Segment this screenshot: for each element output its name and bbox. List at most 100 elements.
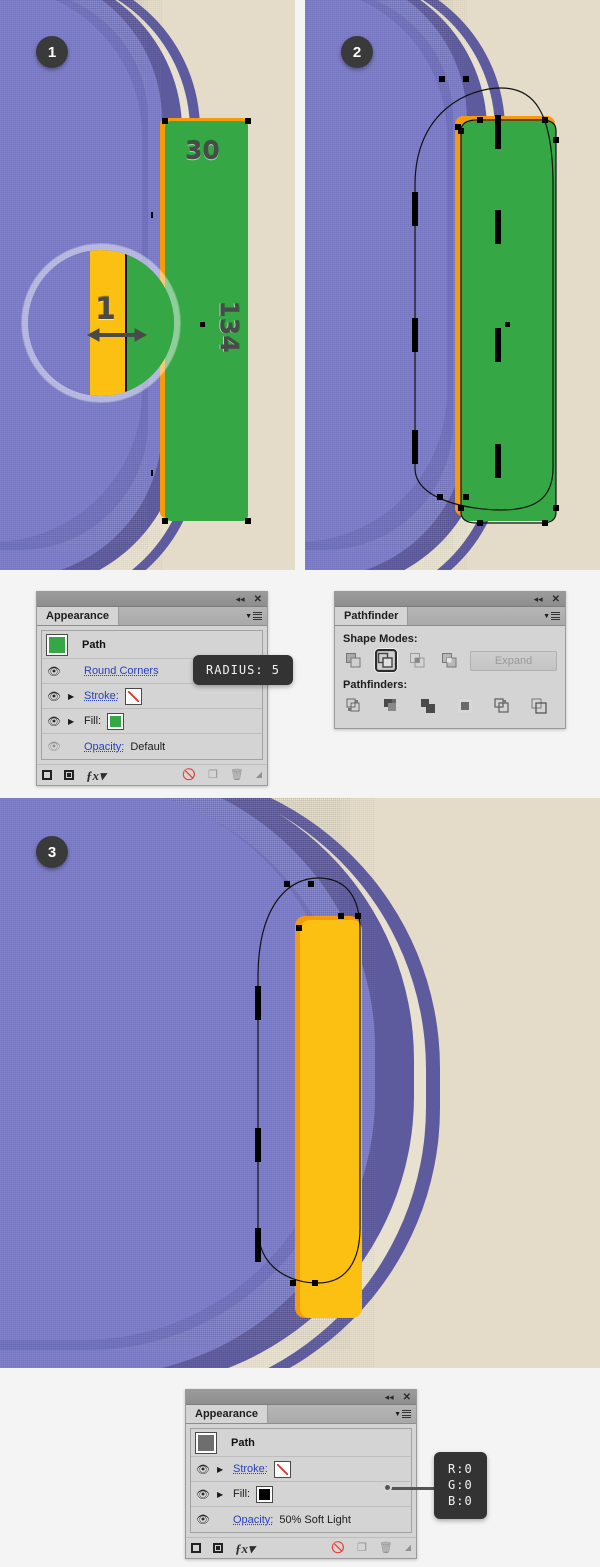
- appearance-list: Path 👁 Round Corners 👁 ▶ Stroke: 👁 ▶ Fil…: [41, 630, 263, 760]
- stroke-swatch-none[interactable]: [124, 687, 142, 705]
- pathfinder-trim-button[interactable]: [380, 695, 403, 718]
- close-icon[interactable]: ✕: [403, 1392, 411, 1403]
- panel-menu-icon[interactable]: ▼: [245, 610, 262, 622]
- add-new-effect-icon[interactable]: ƒx▾: [235, 1542, 255, 1555]
- duplicate-path-outline-3: [257, 877, 361, 1284]
- shape-mode-exclude-button[interactable]: [438, 649, 460, 672]
- stroke-label[interactable]: Stroke:: [84, 690, 119, 702]
- panel-tab-bar[interactable]: Pathfinder ▼: [335, 607, 565, 626]
- collapse-double-arrow-icon[interactable]: ◂◂: [534, 594, 543, 605]
- collapse-double-arrow-icon[interactable]: ◂◂: [236, 594, 245, 605]
- appearance-row-stroke[interactable]: 👁 ▶ Stroke:: [191, 1457, 411, 1482]
- anchor-center-point: [505, 322, 510, 327]
- tab-appearance[interactable]: Appearance: [186, 1405, 268, 1423]
- duplicate-item-icon[interactable]: ❐: [208, 769, 218, 781]
- anchor-point: [162, 118, 168, 124]
- fill-label[interactable]: Fill:: [84, 715, 101, 727]
- clear-appearance-icon[interactable]: 🚫: [331, 1542, 345, 1554]
- anchor-point: [312, 1280, 318, 1286]
- panel-tab-bar[interactable]: Appearance ▼: [186, 1405, 416, 1424]
- appearance-target-row[interactable]: Path: [191, 1429, 411, 1457]
- height-measurement-label: 134: [214, 300, 244, 353]
- pathfinder-divide-button[interactable]: [343, 695, 366, 718]
- pathfinder-merge-button[interactable]: [417, 695, 440, 718]
- shape-mode-minus-front-button[interactable]: [374, 649, 397, 672]
- close-icon[interactable]: ✕: [552, 594, 560, 605]
- visibility-eye-icon[interactable]: 👁: [46, 715, 62, 728]
- expand-triangle-icon[interactable]: ▶: [68, 692, 78, 701]
- pathfinder-crop-button[interactable]: [454, 695, 477, 718]
- appearance-row-stroke[interactable]: 👁 ▶ Stroke:: [42, 684, 262, 709]
- delete-item-icon[interactable]: 🗑: [379, 1542, 393, 1554]
- panel-grip[interactable]: ◂◂ ✕: [37, 592, 267, 607]
- target-thumbnail[interactable]: [46, 633, 68, 656]
- appearance-row-opacity[interactable]: 👁 Opacity: 50% Soft Light: [191, 1507, 411, 1532]
- tab-appearance[interactable]: Appearance: [37, 607, 119, 625]
- anchor-point: [439, 76, 445, 82]
- panel-grip[interactable]: ◂◂ ✕: [335, 592, 565, 607]
- visibility-eye-icon[interactable]: 👁: [195, 1463, 211, 1476]
- stroke-swatch-none[interactable]: [273, 1460, 291, 1478]
- opacity-label[interactable]: Opacity:: [233, 1514, 273, 1526]
- appearance-row-opacity[interactable]: 👁 Opacity: Default: [42, 734, 262, 759]
- visibility-eye-icon[interactable]: 👁: [46, 690, 62, 703]
- shape-mode-intersect-button[interactable]: [407, 649, 429, 672]
- loupe-green-band: [127, 250, 174, 396]
- add-new-effect-icon[interactable]: ƒx▾: [86, 769, 106, 782]
- close-icon[interactable]: ✕: [254, 594, 262, 605]
- anchor-point: [463, 494, 469, 500]
- shape-modes-label: Shape Modes:: [343, 633, 418, 645]
- magnifier-loupe: 1: [22, 244, 180, 402]
- panel-footer: ƒx▾ 🚫 ❐ 🗑 ◢: [186, 1537, 416, 1558]
- visibility-eye-icon[interactable]: 👁: [195, 1513, 211, 1526]
- visibility-eye-icon[interactable]: 👁: [46, 740, 62, 753]
- add-new-stroke-icon[interactable]: [42, 770, 52, 780]
- resize-grip-icon[interactable]: ◢: [405, 1544, 411, 1552]
- appearance-row-fill[interactable]: 👁 ▶ Fill:: [42, 709, 262, 734]
- add-new-fill-icon[interactable]: [64, 770, 74, 780]
- anchor-point: [463, 76, 469, 82]
- visibility-eye-icon[interactable]: 👁: [195, 1488, 211, 1501]
- appearance-row-fill[interactable]: 👁 ▶ Fill:: [191, 1482, 411, 1507]
- add-new-fill-icon[interactable]: [213, 1543, 223, 1553]
- step-3-illustration: 3: [0, 798, 600, 1368]
- shape-mode-unite-button[interactable]: [343, 649, 365, 672]
- tab-filler: ▼: [268, 1405, 416, 1423]
- tab-filler: ▼: [119, 607, 267, 625]
- expand-triangle-icon[interactable]: ▶: [217, 1490, 227, 1499]
- pathfinder-outline-button[interactable]: [491, 695, 514, 718]
- effect-label[interactable]: Round Corners: [84, 665, 159, 677]
- collapse-double-arrow-icon[interactable]: ◂◂: [385, 1392, 394, 1403]
- expand-triangle-icon[interactable]: ▶: [68, 717, 78, 726]
- green-path-outline: [460, 119, 557, 524]
- tab-pathfinder[interactable]: Pathfinder: [335, 607, 409, 625]
- panel-menu-icon[interactable]: ▼: [543, 610, 560, 622]
- appearance-panel[interactable]: ◂◂ ✕ Appearance ▼ Path 👁 Round Corners 👁…: [36, 591, 268, 786]
- stroke-label[interactable]: Stroke:: [233, 1463, 268, 1475]
- fill-label[interactable]: Fill:: [233, 1488, 250, 1500]
- appearance-panel-bottom[interactable]: ◂◂ ✕ Appearance ▼ Path 👁 ▶ Stroke: 👁 ▶ F…: [185, 1389, 417, 1559]
- anchor-point: [255, 1228, 261, 1262]
- panel-grip[interactable]: ◂◂ ✕: [186, 1390, 416, 1405]
- pathfinder-panel[interactable]: ◂◂ ✕ Pathfinder ▼ Shape Modes: Expand Pa…: [334, 591, 566, 729]
- panel-menu-icon[interactable]: ▼: [394, 1408, 411, 1420]
- opacity-value: Default: [130, 740, 166, 753]
- panel-tab-bar[interactable]: Appearance ▼: [37, 607, 267, 626]
- resize-grip-icon[interactable]: ◢: [256, 771, 262, 779]
- anchor-point: [495, 328, 501, 362]
- target-thumbnail[interactable]: [195, 1431, 217, 1454]
- target-label: Path: [231, 1436, 255, 1449]
- duplicate-item-icon[interactable]: ❐: [357, 1542, 367, 1554]
- target-label: Path: [82, 638, 106, 651]
- fill-swatch[interactable]: [256, 1485, 274, 1503]
- opacity-label[interactable]: Opacity:: [84, 741, 124, 753]
- add-new-stroke-icon[interactable]: [191, 1543, 201, 1553]
- visibility-eye-icon[interactable]: 👁: [46, 665, 62, 678]
- pathfinder-minus-back-button[interactable]: [528, 695, 551, 718]
- panel-body: Path 👁 ▶ Stroke: 👁 ▶ Fill: 👁 Opacity: 50…: [186, 1424, 416, 1537]
- clear-appearance-icon[interactable]: 🚫: [182, 769, 196, 781]
- expand-button[interactable]: Expand: [470, 650, 557, 671]
- fill-swatch[interactable]: [107, 712, 125, 730]
- expand-triangle-icon[interactable]: ▶: [217, 1465, 227, 1474]
- delete-item-icon[interactable]: 🗑: [230, 769, 244, 781]
